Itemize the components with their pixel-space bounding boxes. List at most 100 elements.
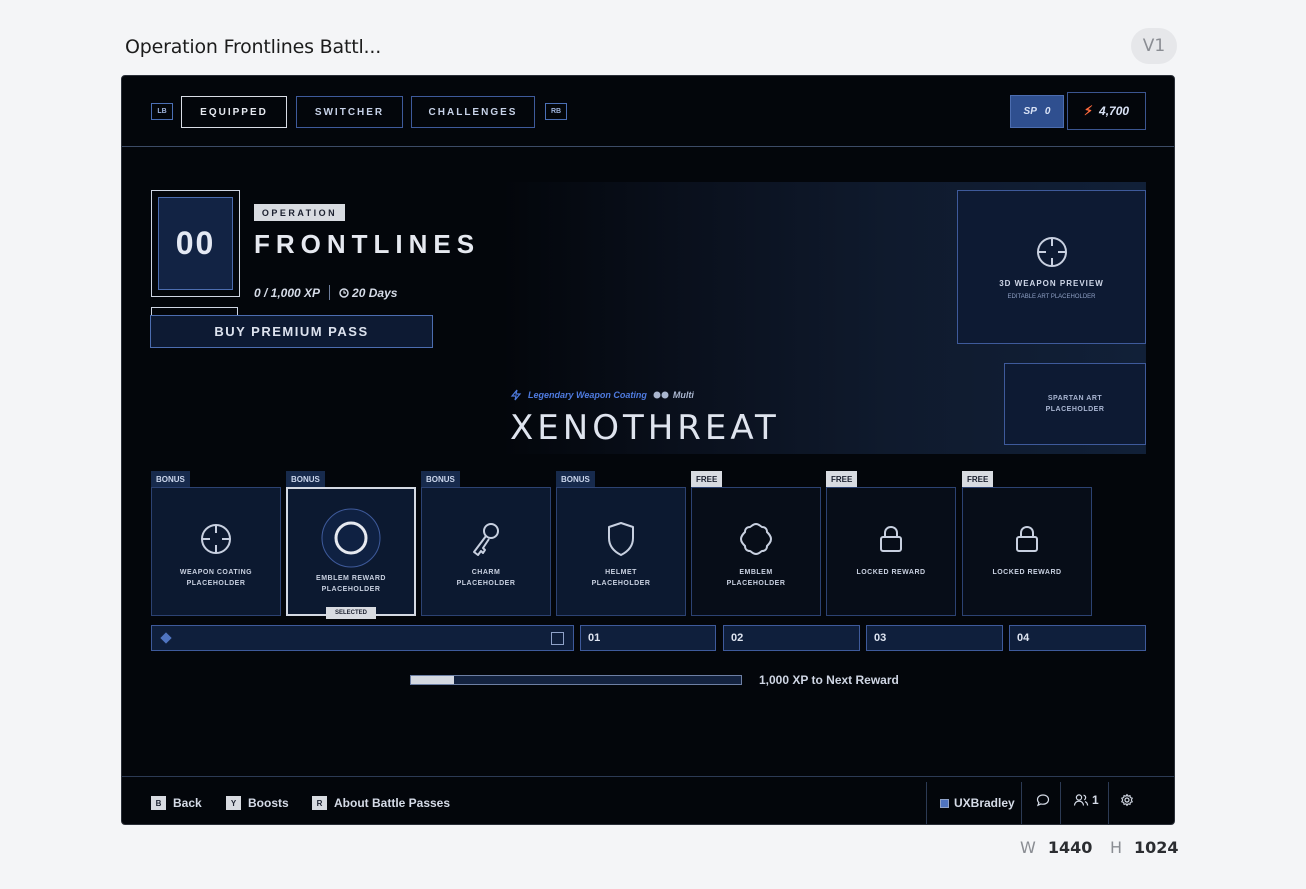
lightning-bolt-icon: ⚡︎ bbox=[1083, 103, 1094, 118]
emblem-ring-icon bbox=[321, 508, 381, 568]
reward-card-charm[interactable]: CHARM PLACEHOLDER bbox=[421, 487, 551, 616]
reward-label-line1: EMBLEM REWARD bbox=[316, 575, 386, 582]
height-value: 1024 bbox=[1134, 838, 1179, 857]
footer-separator bbox=[1108, 782, 1109, 824]
track-level-04[interactable]: 04 bbox=[1009, 625, 1146, 651]
crosshair-icon bbox=[201, 524, 231, 554]
track-level-02[interactable]: 02 bbox=[723, 625, 860, 651]
gear-icon bbox=[1121, 793, 1133, 807]
reward-label: LOCKED REWARD bbox=[992, 567, 1061, 578]
reward-label: HELMET PLACEHOLDER bbox=[592, 567, 651, 589]
party-count: 1 bbox=[1092, 793, 1099, 807]
reward-card-weapon-coating[interactable]: WEAPON COATING PLACEHOLDER bbox=[151, 487, 281, 616]
footer-separator bbox=[926, 782, 927, 824]
gamertag[interactable]: UXBradley bbox=[940, 796, 1015, 810]
reward-card-helmet[interactable]: HELMET PLACEHOLDER bbox=[556, 487, 686, 616]
days-remaining: 20 Days bbox=[352, 285, 398, 300]
chat-button[interactable] bbox=[1036, 793, 1050, 807]
footer-separator bbox=[1060, 782, 1061, 824]
timer-icon bbox=[339, 287, 349, 298]
reward-label-line1: LOCKED REWARD bbox=[992, 569, 1062, 576]
sp-value: 0 bbox=[1044, 106, 1051, 117]
lock-icon bbox=[880, 525, 902, 552]
reward-label-line1: HELMET bbox=[605, 569, 637, 576]
reward-card-locked-2[interactable]: LOCKED REWARD bbox=[962, 487, 1092, 616]
sp-label: SP bbox=[1023, 106, 1037, 117]
reward-tag-6: FREE bbox=[826, 471, 858, 487]
lb-bumper[interactable]: LB bbox=[151, 103, 173, 120]
weapon-preview-subtitle: EDITABLE ART PLACEHOLDER bbox=[1007, 293, 1096, 300]
party-people-icon bbox=[1073, 794, 1089, 806]
rb-bumper[interactable]: RB bbox=[545, 103, 567, 120]
reward-card-emblem-reward[interactable]: EMBLEM REWARD PLACEHOLDER bbox=[286, 487, 416, 616]
reward-label: CHARM PLACEHOLDER bbox=[457, 567, 516, 589]
charm-key-icon bbox=[473, 523, 499, 556]
back-hint[interactable]: B Back bbox=[151, 796, 202, 810]
version-pill[interactable]: V1 bbox=[1131, 28, 1177, 64]
width-label: W bbox=[1020, 838, 1036, 857]
featured-item-meta: Legendary Weapon Coating Multi bbox=[510, 389, 694, 401]
page-title: Operation Frontlines Battl... bbox=[125, 36, 382, 58]
segment-checkbox-icon bbox=[551, 632, 564, 645]
reward-label-line2: PLACEHOLDER bbox=[186, 580, 246, 587]
reward-label-line1: LOCKED REWARD bbox=[856, 569, 926, 576]
legendary-bolt-icon bbox=[510, 389, 522, 401]
settings-button[interactable] bbox=[1120, 793, 1134, 807]
tab-equipped[interactable]: EQUIPPED bbox=[181, 96, 287, 128]
reward-label-line1: CHARM bbox=[471, 569, 501, 576]
track-level-01[interactable]: 01 bbox=[580, 625, 716, 651]
time-remaining: 20 Days bbox=[339, 286, 397, 300]
level-frame: 00 bbox=[151, 190, 240, 297]
multi-label: Multi bbox=[653, 390, 694, 400]
reward-label-line2: PLACEHOLDER bbox=[456, 580, 516, 587]
reward-label: LOCKED REWARD bbox=[856, 567, 925, 578]
spartan-art-panel: SPARTAN ART PLACEHOLDER bbox=[1004, 363, 1146, 445]
boosts-label: Boosts bbox=[248, 796, 289, 810]
reward-tag-5: FREE bbox=[691, 471, 723, 487]
player-emblem-icon bbox=[940, 798, 949, 808]
track-level-03[interactable]: 03 bbox=[866, 625, 1003, 651]
spartan-art-line2: PLACEHOLDER bbox=[1045, 406, 1105, 413]
reward-label-line2: PLACEHOLDER bbox=[321, 586, 381, 593]
buy-premium-pass-button[interactable]: BUY PREMIUM PASS bbox=[150, 315, 433, 348]
reward-label-line2: PLACEHOLDER bbox=[591, 580, 651, 587]
reward-tag-3: BONUS bbox=[421, 471, 460, 487]
reward-label: EMBLEM PLACEHOLDER bbox=[727, 567, 786, 589]
party-button[interactable]: 1 bbox=[1073, 793, 1099, 807]
reward-label: WEAPON COATING PLACEHOLDER bbox=[180, 567, 252, 589]
battle-pass-frame: LB EQUIPPED SWITCHER CHALLENGES RB SP 0 … bbox=[121, 75, 1175, 825]
weapon-preview-title: 3D WEAPON PREVIEW bbox=[999, 278, 1104, 288]
rarity-label: Legendary Weapon Coating bbox=[528, 390, 647, 400]
multi-core-icon bbox=[653, 391, 669, 399]
boosts-hint[interactable]: Y Boosts bbox=[226, 796, 289, 810]
footer-separator bbox=[1021, 782, 1022, 824]
operation-tag: OPERATION bbox=[254, 204, 345, 221]
r-key-icon: R bbox=[312, 796, 327, 810]
canvas-height: H 1024 bbox=[1110, 838, 1179, 857]
stats-separator bbox=[329, 285, 331, 300]
about-label: About Battle Passes bbox=[334, 796, 451, 810]
credits-value: 4,700 bbox=[1099, 104, 1130, 118]
width-value: 1440 bbox=[1047, 838, 1093, 857]
multi-text: Multi bbox=[672, 390, 694, 400]
back-label: Back bbox=[173, 796, 202, 810]
reward-label: EMBLEM REWARD PLACEHOLDER bbox=[316, 573, 386, 595]
weapon-preview-panel[interactable]: 3D WEAPON PREVIEW EDITABLE ART PLACEHOLD… bbox=[957, 190, 1146, 344]
emblem-badge-icon bbox=[739, 522, 773, 556]
track-current-segment[interactable] bbox=[151, 625, 574, 651]
tab-challenges[interactable]: CHALLENGES bbox=[411, 96, 535, 128]
about-battle-passes-hint[interactable]: R About Battle Passes bbox=[312, 796, 450, 810]
crosshair-icon bbox=[1036, 236, 1067, 267]
reward-card-locked-1[interactable]: LOCKED REWARD bbox=[826, 487, 956, 616]
xp-progress-bar bbox=[410, 675, 742, 685]
helmet-shield-icon bbox=[608, 522, 634, 556]
spartan-art-line1: SPARTAN ART bbox=[1047, 395, 1103, 402]
xp-progress-fill bbox=[411, 676, 454, 684]
reward-tag-1: BONUS bbox=[151, 471, 190, 487]
tab-switcher[interactable]: SWITCHER bbox=[296, 96, 403, 128]
reward-card-emblem[interactable]: EMBLEM PLACEHOLDER bbox=[691, 487, 821, 616]
reward-tag-4: BONUS bbox=[556, 471, 595, 487]
selected-badge: SELECTED bbox=[326, 607, 376, 619]
operation-stats: 0 / 1,000 XP 20 Days bbox=[254, 285, 397, 300]
credits-badge[interactable]: ⚡︎ 4,700 bbox=[1067, 92, 1146, 130]
